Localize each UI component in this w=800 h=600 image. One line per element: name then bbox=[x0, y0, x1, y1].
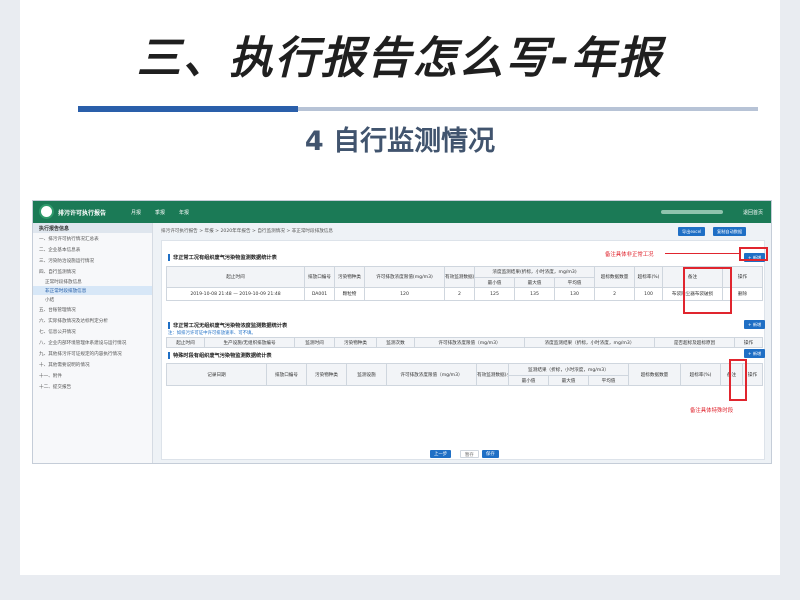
t3-col-facility: 监测设施 bbox=[346, 363, 387, 386]
table3-add-button[interactable]: + 新增 bbox=[744, 349, 766, 358]
outlet-cell: DA001 bbox=[304, 287, 335, 301]
save-button[interactable]: 保存 bbox=[482, 450, 499, 458]
nav-monthly[interactable]: 月报 bbox=[131, 209, 141, 216]
start-time-input[interactable]: 2019-10-08 21:48 bbox=[190, 292, 231, 297]
app-header: 排污许可执行报告 月报 季报 年报 退回首页 bbox=[33, 201, 771, 223]
col-outlet: 排放口编号 bbox=[304, 266, 335, 288]
slide-title: 三、执行报告怎么写-年报 bbox=[136, 33, 664, 84]
t3-col-result: 监测结果（折标，小时浓度，mg/m3） bbox=[508, 363, 629, 376]
t3-col-pollutant: 污染物种类 bbox=[306, 363, 347, 386]
col-count: 有效监测数据(小时值)数量 bbox=[444, 266, 475, 288]
sidebar: 执行报告信息 一、排污许可执行情况汇总表 二、企业基本信息表 三、污染防治设施运… bbox=[33, 223, 153, 463]
annotation-bottom-text: 备注具体特殊时段 bbox=[690, 408, 734, 414]
t2-col-monitor-time: 监测时间 bbox=[294, 337, 335, 348]
sidebar-item[interactable]: 一、排污许可执行情况汇总表 bbox=[33, 233, 152, 244]
app-name: 排污许可执行报告 bbox=[58, 210, 107, 217]
t2-col-op: 操作 bbox=[734, 337, 763, 348]
logo-icon bbox=[39, 204, 54, 219]
sidebar-subitem[interactable]: 小结 bbox=[33, 295, 152, 304]
sidebar-item[interactable]: 七、信息公开情况 bbox=[33, 326, 152, 337]
logout-link[interactable]: 退回首页 bbox=[743, 209, 763, 216]
sidebar-item[interactable]: 九、其他排污许可证规定的内容执行情况 bbox=[33, 348, 152, 359]
sidebar-item[interactable]: 十一、附件 bbox=[33, 370, 152, 381]
annotation-box-add bbox=[739, 247, 768, 261]
sidebar-subitem-active[interactable]: 非正常时段排放信息 bbox=[33, 286, 152, 295]
pollutant-cell: 颗粒物 bbox=[334, 287, 365, 301]
draft-button[interactable]: 暂存 bbox=[460, 450, 479, 458]
nav-quarterly[interactable]: 季报 bbox=[155, 209, 165, 216]
sidebar-item[interactable]: 二、企业基本信息表 bbox=[33, 244, 152, 255]
export-excel-button[interactable]: 导出excel bbox=[678, 227, 706, 236]
table1: 起止时间 排放口编号 污染物种类 许可排放浓度限值(mg/m3) 有效监测数据(… bbox=[166, 266, 764, 301]
min-input[interactable]: 125 bbox=[474, 287, 515, 301]
time-separator: — bbox=[233, 291, 238, 297]
max-input[interactable]: 135 bbox=[514, 287, 555, 301]
sidebar-item[interactable]: 十二、提交报告 bbox=[33, 381, 152, 392]
annotation-box-special-remark bbox=[729, 359, 747, 401]
content-panel: 非正常工况有组织废气污染物监测数据统计表 + 新增 起止时间 排放口编号 污染物… bbox=[161, 240, 766, 460]
t2-col-times: 监测次数 bbox=[376, 337, 415, 348]
col-pollutant: 污染物种类 bbox=[334, 266, 365, 288]
sidebar-item[interactable]: 六、实际排放情况及达标判定分析 bbox=[33, 315, 152, 326]
t3-col-date: 记录日期 bbox=[166, 363, 267, 386]
app-screenshot: 排污许可执行报告 月报 季报 年报 退回首页 执行报告信息 一、排污许可执行情况… bbox=[32, 200, 772, 464]
t3-col-outlet: 排放口编号 bbox=[266, 363, 307, 386]
t3-col-exceed-rate: 超标率(%) bbox=[680, 363, 721, 386]
table2-note: 注：如排污许可证中许可排放速率、可不填。 bbox=[168, 331, 256, 336]
avg-input[interactable]: 130 bbox=[553, 287, 596, 301]
col-avg: 平均值 bbox=[553, 277, 596, 288]
col-exceed-count: 超标数据数量 bbox=[594, 266, 636, 288]
exceed-rate-input[interactable]: 100 bbox=[634, 287, 664, 301]
t2-col-time: 起止时间 bbox=[166, 337, 205, 348]
t3-col-exceed-count: 超标数据数量 bbox=[628, 363, 681, 386]
exceed-count-input[interactable]: 2 bbox=[594, 287, 636, 301]
t2-col-result: 浓度监测结果（折标，小时浓度，mg/m3） bbox=[524, 337, 655, 348]
copy-data-button[interactable]: 复制自动数据 bbox=[713, 227, 747, 236]
t2-col-pollutant: 污染物种类 bbox=[334, 337, 377, 348]
t3-col-count: 有效监测数据(小时值)数量 bbox=[476, 363, 509, 386]
slide-subtitle: 4 自行监测情况 bbox=[304, 126, 496, 157]
t2-col-limit: 许可排放浓度限值（mg/m3） bbox=[414, 337, 525, 348]
table2: 起止时间 生产设施/无组织排放编号 监测时间 污染物种类 监测次数 许可排放浓度… bbox=[166, 337, 763, 348]
count-input[interactable]: 2 bbox=[444, 287, 475, 301]
title-underline-light bbox=[298, 107, 758, 111]
breadcrumb: 排污许可执行报告 > 年报 > 2020年年报告 > 自行监测情况 > 非正常时… bbox=[161, 229, 333, 234]
sidebar-item[interactable]: 四、自行监测情况 bbox=[33, 266, 152, 277]
user-info bbox=[661, 210, 723, 214]
col-time: 起止时间 bbox=[166, 266, 305, 288]
time-range-cell[interactable]: 2019-10-08 21:48 — 2019-10-09 21:48 bbox=[166, 287, 305, 301]
title-underline-dark bbox=[78, 106, 298, 112]
nav-annual[interactable]: 年报 bbox=[179, 209, 189, 216]
annotation-top-line bbox=[665, 253, 739, 254]
sidebar-item[interactable]: 八、企业内部环境管理体系建设与运行情况 bbox=[33, 337, 152, 348]
col-result: 浓度监测结果(折标，小时浓度，mg/m3) bbox=[473, 266, 596, 278]
sidebar-header: 执行报告信息 bbox=[33, 223, 152, 233]
annotation-top-text: 备注具体非正常工况 bbox=[605, 252, 654, 258]
col-min: 最小值 bbox=[474, 277, 515, 288]
t2-col-facility: 生产设施/无组织排放编号 bbox=[204, 337, 295, 348]
table-row: 2019-10-08 21:48 — 2019-10-09 21:48 DA00… bbox=[166, 287, 764, 301]
table3-title: 特殊时段有组织废气污染物监测数据统计表 bbox=[168, 352, 272, 359]
end-time-input[interactable]: 2019-10-09 21:48 bbox=[239, 292, 280, 297]
annotation-box-remark bbox=[683, 267, 732, 314]
limit-cell: 120 bbox=[364, 287, 445, 301]
t2-col-exceed: 是否超标及超标原因 bbox=[654, 337, 735, 348]
table2-title: 非正常工况无组织废气污染物浓度监测数据统计表 bbox=[168, 322, 287, 329]
col-limit: 许可排放浓度限值(mg/m3) bbox=[364, 266, 445, 288]
t3-col-limit: 许可排放浓度限值（mg/m3） bbox=[386, 363, 477, 386]
sidebar-item[interactable]: 三、污染防治设施运行情况 bbox=[33, 255, 152, 266]
table1-title: 非正常工况有组织废气污染物监测数据统计表 bbox=[168, 254, 277, 261]
col-exceed-rate: 超标率(%) bbox=[634, 266, 664, 288]
sidebar-item[interactable]: 十、其他需要说明的情况 bbox=[33, 359, 152, 370]
sidebar-item[interactable]: 五、台账管理情况 bbox=[33, 304, 152, 315]
t3-col-avg: 平均值 bbox=[588, 375, 629, 386]
sidebar-subitem[interactable]: 正常时段排放信息 bbox=[33, 277, 152, 286]
prev-step-button[interactable]: 上一步 bbox=[430, 450, 452, 458]
t3-col-min: 最小值 bbox=[508, 375, 549, 386]
table2-add-button[interactable]: + 新增 bbox=[744, 320, 766, 329]
t3-col-max: 最大值 bbox=[548, 375, 589, 386]
table3: 记录日期 排放口编号 污染物种类 监测设施 许可排放浓度限值（mg/m3） 有效… bbox=[166, 363, 763, 386]
col-max: 最大值 bbox=[514, 277, 555, 288]
